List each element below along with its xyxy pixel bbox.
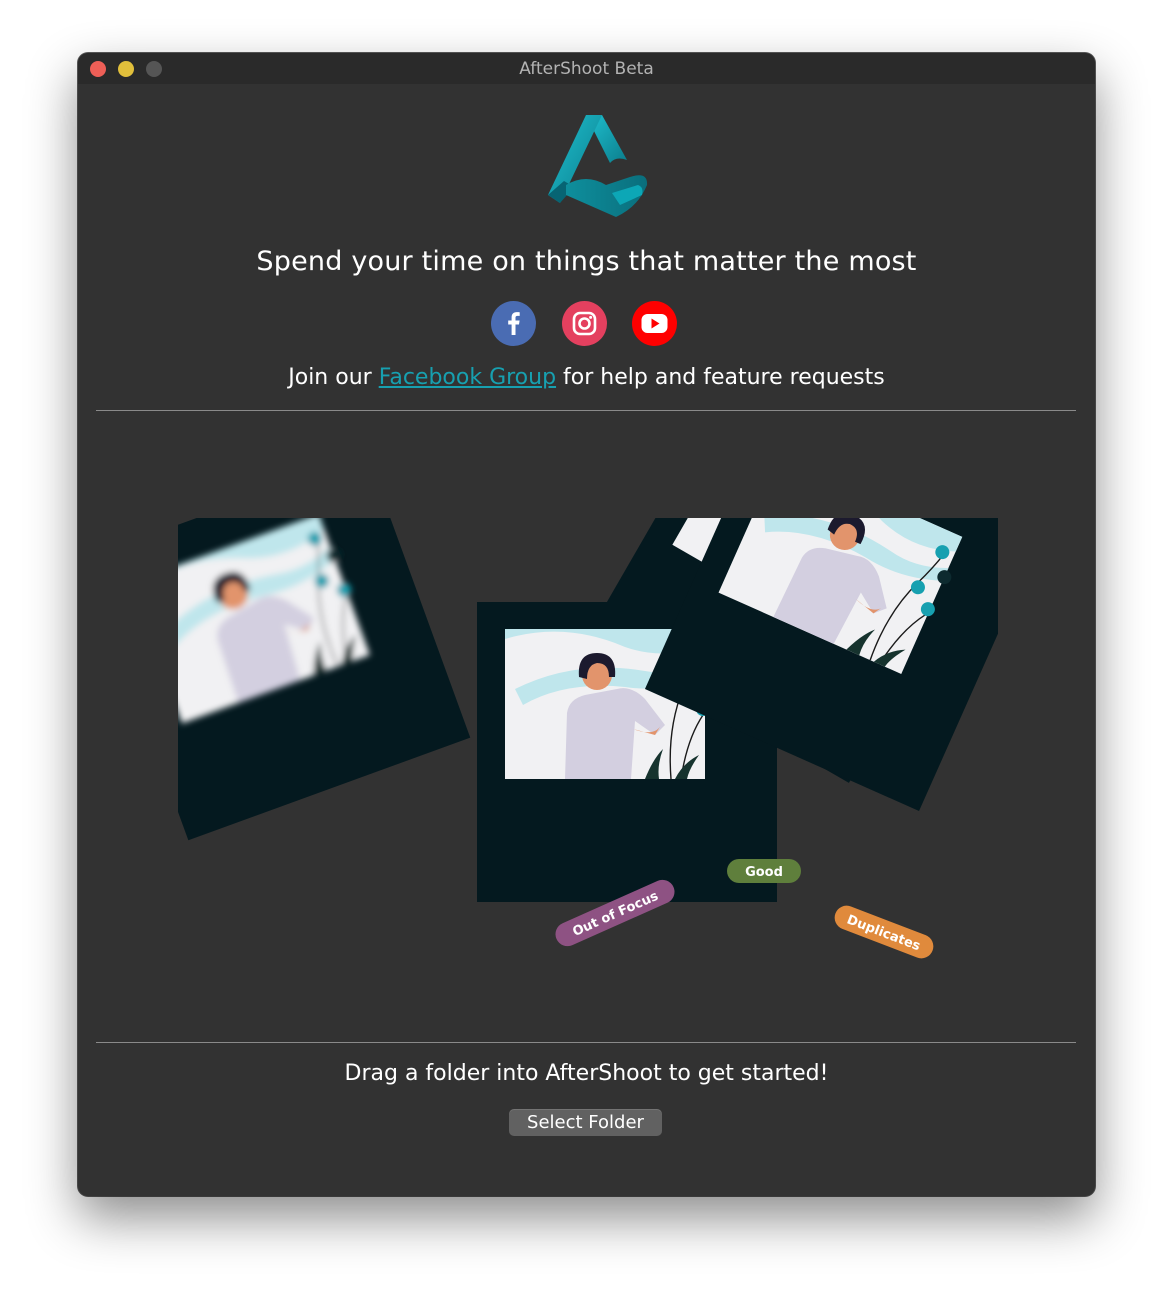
join-suffix: for help and feature requests: [556, 365, 885, 390]
instagram-icon: [562, 301, 607, 346]
title-bar[interactable]: AfterShoot Beta: [78, 53, 1095, 84]
bottom-divider: [96, 1042, 1076, 1043]
app-window: AfterShoot Beta Spend your time on thing…: [78, 53, 1095, 1196]
label-good: Good: [727, 859, 801, 883]
drag-instruction: Drag a folder into AfterShoot to get sta…: [344, 1061, 829, 1086]
facebook-group-link[interactable]: Facebook Group: [379, 365, 556, 390]
select-folder-button[interactable]: Select Folder: [509, 1109, 662, 1136]
join-group-text: Join our Facebook Group for help and fea…: [78, 365, 1095, 390]
youtube-icon: [632, 301, 677, 346]
facebook-icon: [491, 301, 536, 346]
svg-text:Good: Good: [745, 865, 783, 880]
window-title: AfterShoot Beta: [519, 59, 654, 79]
youtube-link[interactable]: [632, 301, 677, 346]
join-prefix: Join our: [288, 365, 379, 390]
tagline: Spend your time on things that matter th…: [256, 246, 917, 277]
top-divider: [96, 410, 1076, 411]
label-duplicates: Duplicates: [834, 905, 934, 959]
facebook-link[interactable]: [491, 301, 536, 346]
aftershoot-logo: [548, 115, 648, 217]
sorting-illustration: Out of Focus Good Duplicates: [178, 518, 998, 959]
instagram-link[interactable]: [562, 301, 607, 346]
